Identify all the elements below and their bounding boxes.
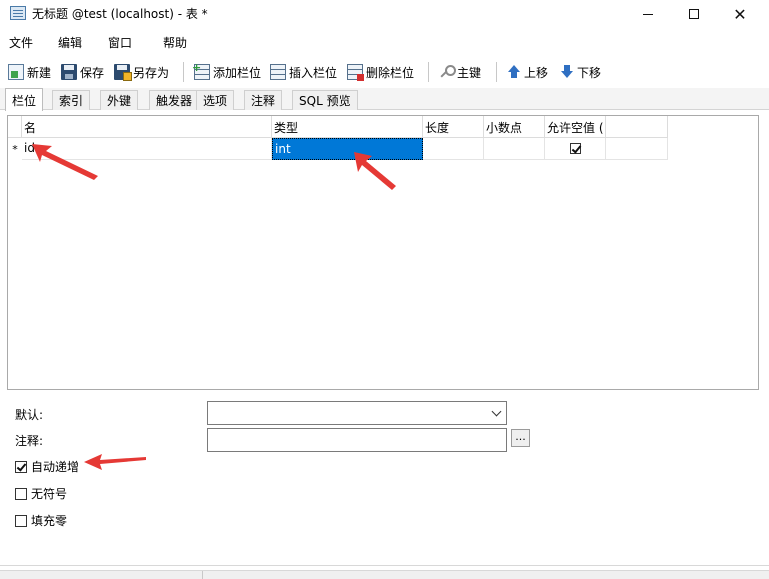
- insert-field-icon: [270, 64, 286, 80]
- comment-label: 注释:: [15, 434, 44, 448]
- annotation-arrow-type: [354, 152, 396, 190]
- save-button[interactable]: 保存: [61, 61, 104, 83]
- unsigned-checkbox[interactable]: [15, 487, 27, 500]
- toolbar-separator: [496, 62, 497, 82]
- zerofill-option[interactable]: 填充零: [15, 512, 67, 529]
- column-header-extra: [606, 116, 668, 138]
- toolbar: 新建 保存 另存为 添加栏位 插入栏位 删除栏位 主键 上移 下移: [0, 58, 769, 86]
- maximize-button[interactable]: [671, 0, 717, 28]
- tab-options[interactable]: 选项: [196, 90, 235, 110]
- toolbar-separator: [428, 62, 429, 82]
- status-separator: [202, 571, 203, 579]
- tab-fields[interactable]: 栏位: [5, 88, 44, 111]
- chevron-down-icon: [491, 406, 502, 417]
- tab-strip: 栏位 索引 外键 触发器 选项 注释 SQL 预览: [0, 88, 769, 111]
- save-as-label: 另存为: [133, 65, 170, 80]
- add-field-icon: [192, 61, 210, 80]
- move-up-label: 上移: [524, 65, 549, 80]
- auto-increment-option[interactable]: 自动递增: [15, 458, 79, 475]
- maximize-icon: [689, 9, 699, 19]
- field-extra-cell: [606, 138, 668, 160]
- tab-sql-preview[interactable]: SQL 预览: [292, 90, 358, 110]
- new-table-icon: [8, 64, 24, 80]
- close-icon: ✕: [733, 4, 747, 24]
- key-icon: [438, 64, 456, 80]
- tab-indexes[interactable]: 索引: [52, 90, 91, 110]
- field-decimals-cell[interactable]: [484, 138, 545, 160]
- field-type-cell[interactable]: int: [272, 138, 423, 160]
- move-down-label: 下移: [577, 65, 602, 80]
- save-as-icon: [114, 64, 132, 81]
- column-header-type[interactable]: 类型: [272, 116, 423, 138]
- status-bar: [0, 570, 769, 579]
- zerofill-checkbox[interactable]: [15, 514, 27, 527]
- column-header-length[interactable]: 长度: [423, 116, 484, 138]
- add-field-label: 添加栏位: [213, 65, 262, 80]
- menu-window[interactable]: 窗口: [108, 34, 132, 51]
- zerofill-label: 填充零: [31, 514, 68, 528]
- tab-foreign-keys[interactable]: 外键: [100, 90, 139, 110]
- default-select[interactable]: [207, 401, 507, 425]
- save-icon: [61, 64, 77, 80]
- panel-divider: [0, 565, 769, 566]
- field-allow-null-cell[interactable]: [545, 138, 606, 160]
- minimize-icon: [643, 13, 653, 15]
- delete-field-icon: [347, 64, 364, 81]
- tab-triggers[interactable]: 触发器: [149, 90, 200, 110]
- column-header-allow-null[interactable]: 允许空值 (: [545, 116, 606, 138]
- annotation-arrow-name: [32, 144, 98, 180]
- row-header-corner: [8, 116, 22, 138]
- menu-edit[interactable]: 编辑: [58, 34, 82, 51]
- menu-file[interactable]: 文件: [9, 34, 33, 51]
- annotation-arrow-auto-increment: [84, 454, 146, 470]
- default-label: 默认:: [15, 408, 44, 422]
- menu-bar: 文件 编辑 窗口 帮助: [0, 30, 769, 54]
- window-title: 无标题 @test (localhost) - 表 *: [32, 7, 208, 21]
- save-as-button[interactable]: 另存为: [114, 61, 169, 83]
- title-bar: 无标题 @test (localhost) - 表 * ✕: [0, 0, 769, 28]
- comment-edit-button[interactable]: ...: [511, 429, 530, 447]
- field-length-cell[interactable]: [423, 138, 484, 160]
- delete-field-label: 删除栏位: [366, 65, 415, 80]
- unsigned-label: 无符号: [31, 487, 68, 501]
- grid-header: 名 类型 长度 小数点 允许空值 (: [8, 116, 668, 138]
- close-button[interactable]: ✕: [717, 0, 763, 28]
- delete-field-button[interactable]: 删除栏位: [347, 61, 414, 83]
- insert-field-button[interactable]: 插入栏位: [270, 61, 337, 83]
- auto-increment-checkbox[interactable]: [15, 460, 27, 473]
- tab-comment[interactable]: 注释: [244, 90, 283, 110]
- allow-null-checkbox[interactable]: [569, 143, 581, 154]
- menu-help[interactable]: 帮助: [163, 34, 187, 51]
- new-label: 新建: [27, 65, 52, 80]
- table-app-icon: [10, 6, 26, 20]
- arrow-up-icon: [507, 64, 521, 80]
- column-header-name[interactable]: 名: [22, 116, 272, 138]
- minimize-button[interactable]: [625, 0, 671, 28]
- save-label: 保存: [80, 65, 105, 80]
- unsigned-option[interactable]: 无符号: [15, 485, 67, 502]
- toolbar-separator: [183, 62, 184, 82]
- primary-key-button[interactable]: 主键: [438, 61, 481, 83]
- move-up-button[interactable]: 上移: [507, 61, 548, 83]
- primary-key-label: 主键: [457, 65, 482, 80]
- add-field-button[interactable]: 添加栏位: [192, 61, 262, 83]
- comment-field[interactable]: [207, 428, 507, 452]
- new-button[interactable]: 新建: [8, 61, 51, 83]
- arrow-down-icon: [560, 64, 574, 80]
- column-header-decimals[interactable]: 小数点: [484, 116, 545, 138]
- auto-increment-label: 自动递增: [31, 460, 80, 474]
- move-down-button[interactable]: 下移: [560, 61, 601, 83]
- insert-field-label: 插入栏位: [289, 65, 338, 80]
